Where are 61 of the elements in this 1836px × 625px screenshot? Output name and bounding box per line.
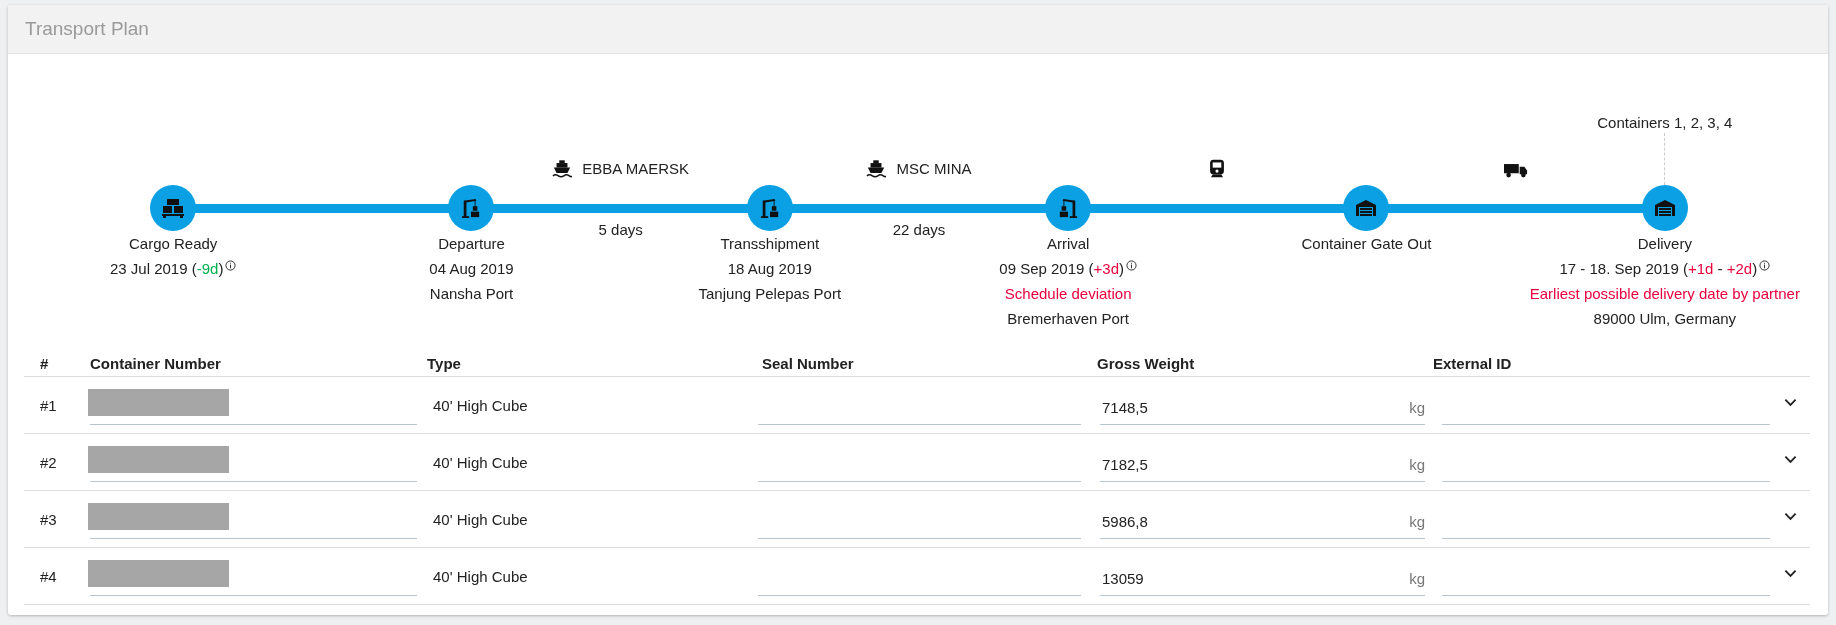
milestone-label: Transshipment: [720, 234, 820, 254]
warehouse-icon: [1653, 198, 1676, 218]
container-type: 40' High Cube: [432, 453, 529, 471]
milestone-label: Departure: [438, 234, 505, 254]
milestone-location: Tanjung Pelepas Port: [698, 284, 842, 304]
leg-duration: 22 days: [892, 220, 946, 240]
milestone-label: Container Gate Out: [1301, 234, 1432, 254]
containers-note: Containers 1, 2, 3, 4: [1597, 113, 1733, 133]
column-header: Seal Number: [762, 355, 855, 372]
info-icon[interactable]: [1759, 260, 1771, 271]
pallet-boxes-icon: [162, 198, 185, 218]
chevron-down-icon[interactable]: [1783, 568, 1797, 578]
milestone-label: Cargo Ready: [128, 234, 218, 254]
column-header: #: [39, 355, 50, 372]
container-type: 40' High Cube: [432, 510, 529, 528]
crane-icon: [758, 198, 781, 218]
row-number: #3: [39, 510, 58, 528]
chevron-down-icon[interactable]: [1783, 511, 1797, 521]
crane-icon: [1057, 198, 1080, 218]
info-icon[interactable]: [225, 260, 237, 271]
panel-title: Transport Plan: [25, 18, 149, 40]
warehouse-icon: [1355, 198, 1378, 218]
container-type: 40' High Cube: [432, 567, 529, 585]
weight-field[interactable]: 5986,8 kg: [1100, 505, 1425, 539]
milestone-date: 04 Aug 2019: [429, 259, 514, 279]
weight-field[interactable]: 7148,5 kg: [1100, 391, 1425, 425]
milestone-date: 23 Jul 2019 (-9d): [109, 259, 224, 279]
column-header: Type: [427, 355, 462, 372]
input-field[interactable]: [90, 505, 417, 539]
column-header: Container Number: [90, 355, 222, 372]
row-number: #4: [39, 567, 58, 585]
deviation-note-text: Schedule deviation: [1004, 284, 1132, 304]
input-field[interactable]: [90, 391, 417, 425]
milestone-label: Delivery: [1637, 234, 1692, 254]
column-header: External ID: [1433, 355, 1513, 372]
ship-icon: [866, 159, 887, 178]
column-header: Gross Weight: [1097, 355, 1196, 372]
milestone-location: Nansha Port: [429, 284, 514, 304]
ship-icon: [552, 159, 573, 178]
milestone-date: 18 Aug 2019: [727, 259, 812, 279]
deviation-note-text: Earliest possible delivery date by partner: [1529, 284, 1800, 304]
vessel-name: EBBA MAERSK: [582, 160, 689, 177]
vessel-name: MSC MINA: [896, 160, 972, 177]
milestone-date: 09 Sep 2019 (+3d): [999, 259, 1124, 279]
row-number: #2: [39, 453, 58, 471]
leg-duration: 5 days: [598, 220, 643, 240]
input-field[interactable]: [90, 562, 417, 596]
truck-icon: [1503, 163, 1528, 178]
milestone-date: 17 - 18. Sep 2019 (+1d - +2d): [1559, 259, 1758, 279]
milestone-label: Arrival: [1046, 234, 1090, 254]
info-icon[interactable]: [1126, 260, 1137, 271]
row-number: #1: [39, 396, 58, 414]
milestone-location: 89000 Ulm, Germany: [1593, 309, 1737, 329]
input-field[interactable]: [90, 448, 417, 482]
chevron-down-icon[interactable]: [1783, 397, 1797, 407]
leader-line: [1664, 133, 1666, 185]
container-type: 40' High Cube: [432, 396, 529, 414]
weight-field[interactable]: 13059 kg: [1100, 562, 1425, 596]
milestone-location: Bremerhaven Port: [1007, 309, 1130, 329]
chevron-down-icon[interactable]: [1783, 454, 1797, 464]
weight-field[interactable]: 7182,5 kg: [1100, 448, 1425, 482]
